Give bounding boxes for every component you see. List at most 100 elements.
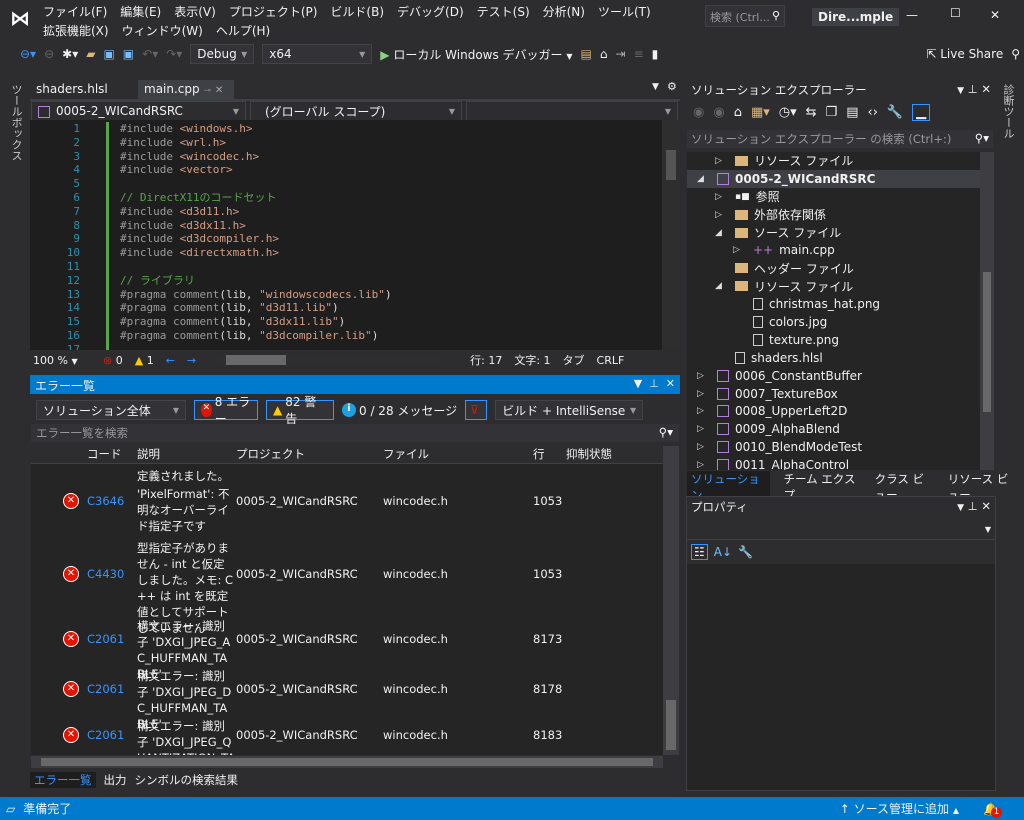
project-nav-select[interactable]: 0005-2_WICandRSRC ▼ — [31, 101, 246, 121]
doc-tab-shaders[interactable]: shaders.hlsl — [30, 80, 114, 99]
expand-icon[interactable]: ◢ — [697, 174, 709, 184]
menu-item[interactable]: ウィンドウ(W) — [122, 22, 203, 41]
error-search-input[interactable]: エラー一覧を検索 ⚲▾ — [31, 424, 679, 442]
back-icon[interactable]: ⊖▾ — [20, 47, 36, 61]
object-select[interactable]: ▼ — [687, 517, 995, 539]
menu-item[interactable]: 分析(N) — [543, 3, 585, 22]
minimize-button[interactable]: — — [906, 8, 918, 22]
menu-item[interactable]: 編集(E) — [120, 3, 161, 22]
tree-item[interactable]: texture.png — [687, 331, 980, 349]
editor-vscrollbar[interactable] — [662, 120, 680, 350]
menu-item[interactable]: テスト(S) — [477, 3, 530, 22]
code-editor[interactable]: 1 #include <windows.h> 2 #include <wrl.h> 3 #… — [30, 120, 662, 350]
step-icon[interactable]: ⇥ — [616, 47, 626, 61]
save-all-icon[interactable]: ▣ — [123, 47, 134, 61]
feedback-icon[interactable]: ⚲ — [1011, 47, 1020, 61]
new-project-icon[interactable]: ✱▾ — [62, 47, 78, 61]
menu-item[interactable]: プロジェクト(P) — [229, 3, 318, 22]
home-icon[interactable]: ⌂ — [734, 105, 742, 120]
error-code[interactable]: C3646 — [87, 494, 124, 508]
forward-icon[interactable]: ⊖ — [44, 47, 54, 61]
collapse-icon[interactable]: ❐ — [826, 105, 838, 120]
source-control-button[interactable]: ↑ ソース管理に追加 ▲ — [840, 800, 959, 817]
close-icon[interactable]: ✕ — [981, 499, 991, 513]
menu-item[interactable]: 拡張機能(X) — [43, 22, 109, 41]
switch-view-icon[interactable]: ▦▾ — [751, 105, 770, 120]
tree-vscrollbar[interactable] — [980, 152, 994, 470]
diagnostic-tools-strip[interactable]: 診断ツール — [1000, 84, 1016, 139]
error-code[interactable]: C2061 — [87, 728, 124, 742]
doc-tab-main[interactable]: main.cpp ⊸ ✕ — [138, 80, 234, 99]
error-count[interactable]: ⊗ 0 — [103, 354, 123, 367]
messages-filter-button[interactable]: i0 / 28 メッセージ — [342, 402, 457, 419]
toolbox-strip[interactable]: ツールボックス — [8, 84, 24, 161]
tree-item[interactable]: shaders.hlsl — [687, 349, 980, 367]
search-box[interactable]: 検索 (Ctrl... ⚲ — [705, 5, 785, 27]
home-icon[interactable]: ⌂ — [600, 47, 608, 61]
close-button[interactable]: ✕ — [990, 8, 1000, 22]
error-row[interactable]: ✕ C2061 構文エラー: 識別子 'DXGI_JPEG_DC_HUFFMAN… — [31, 664, 661, 731]
start-debug-button[interactable]: ▶ ローカル Windows デバッガー ▼ — [380, 46, 572, 63]
error-row[interactable]: ✕ C2061 構文エラー: 識別子 'DXGI_JPEG_AC_HUFFMAN… — [31, 614, 661, 681]
col-suppress[interactable]: 抑制状態 — [566, 446, 612, 462]
expand-icon[interactable]: ▷ — [697, 389, 709, 399]
undo-icon[interactable]: ↶▾ — [142, 47, 158, 61]
preview-icon[interactable]: ▁ — [912, 104, 931, 121]
tree-item[interactable]: ▷ 0007_TextureBox — [687, 385, 980, 403]
warnings-filter-button[interactable]: ▲ 82 警告 — [266, 395, 334, 426]
error-code[interactable]: C2061 — [87, 632, 124, 646]
tree-item[interactable]: ヘッダー ファイル — [687, 259, 980, 277]
dropdown-icon[interactable]: ▼ — [957, 86, 964, 96]
col-line[interactable]: 行 — [533, 446, 545, 462]
save-icon[interactable]: ▣ — [103, 47, 114, 61]
sync-icon[interactable]: ⇆ — [806, 105, 817, 120]
expand-icon[interactable]: ▷ — [715, 156, 727, 166]
scope-nav-select[interactable]: (グローバル スコープ) ▼ — [250, 101, 462, 121]
tree-item[interactable]: ◢ 0005-2_WICandRSRC — [687, 169, 980, 188]
platform-select[interactable]: x64 ▼ — [262, 44, 373, 64]
nav-forward-icon[interactable]: → — [187, 354, 196, 367]
live-share-button[interactable]: ⇱ Live Share — [926, 47, 1003, 61]
code-icon[interactable]: ‹› — [868, 105, 878, 120]
solution-search-input[interactable]: ソリューション エクスプローラー の検索 (Ctrl+:) ⚲▾ — [687, 130, 993, 148]
dropdown-icon[interactable]: ▼ — [957, 503, 964, 513]
col-desc[interactable]: 説明 — [137, 446, 160, 462]
expand-icon[interactable]: ▷ — [715, 192, 727, 202]
build-source-select[interactable]: ビルド + IntelliSense ▼ — [495, 400, 644, 420]
tree-item[interactable]: ▷ リソース ファイル — [687, 152, 980, 170]
expand-icon[interactable]: ▷ — [733, 245, 745, 255]
tree-item[interactable]: ◢ リソース ファイル — [687, 277, 980, 295]
property-pages-icon[interactable]: 🔧 — [738, 545, 753, 559]
tree-item[interactable]: ▷ 0009_AlphaBlend — [687, 420, 980, 438]
pending-changes-icon[interactable]: ◷▾ — [779, 105, 797, 120]
redo-icon[interactable]: ↷▾ — [166, 47, 182, 61]
comment-icon[interactable]: ≡ — [634, 47, 644, 61]
back-icon[interactable]: ◉ — [693, 105, 704, 120]
pin-icon[interactable]: ⊥ — [968, 82, 978, 96]
expand-icon[interactable]: ◢ — [715, 228, 727, 238]
expand-icon[interactable]: ◢ — [715, 281, 727, 291]
col-project[interactable]: プロジェクト — [236, 446, 305, 462]
pin-icon[interactable]: ⊥ — [649, 377, 659, 390]
show-all-icon[interactable]: ▤ — [846, 105, 858, 120]
tab-symbol-results[interactable]: シンボルの検索結果 — [135, 772, 239, 788]
error-vscrollbar[interactable] — [663, 446, 679, 755]
pin-icon[interactable]: ⊸ — [203, 86, 211, 96]
bookmark-icon[interactable]: ▮ — [652, 47, 659, 61]
dropdown-icon[interactable]: ▼ — [634, 377, 642, 390]
clear-filter-button[interactable]: ⊽ — [465, 400, 488, 420]
notifications-button[interactable]: 🔔 1 — [983, 802, 1003, 818]
open-icon[interactable]: ▰ — [86, 47, 95, 61]
tree-item[interactable]: ▷ 0011_AlphaControl — [687, 456, 980, 470]
error-code[interactable]: C2061 — [87, 682, 124, 696]
col-file[interactable]: ファイル — [383, 446, 429, 462]
expand-icon[interactable]: ▷ — [697, 460, 709, 470]
menu-item[interactable]: デバッグ(D) — [397, 3, 464, 22]
alphabetical-icon[interactable]: A↓ — [714, 545, 732, 559]
close-tab-icon[interactable]: ✕ — [215, 85, 223, 96]
config-select[interactable]: Debug ▼ — [190, 44, 255, 64]
tree-item[interactable]: christmas_hat.png — [687, 295, 980, 313]
menu-item[interactable]: 表示(V) — [174, 3, 216, 22]
member-nav-select[interactable]: ▼ — [466, 101, 678, 121]
tree-item[interactable]: ▷ 0006_ConstantBuffer — [687, 367, 980, 385]
